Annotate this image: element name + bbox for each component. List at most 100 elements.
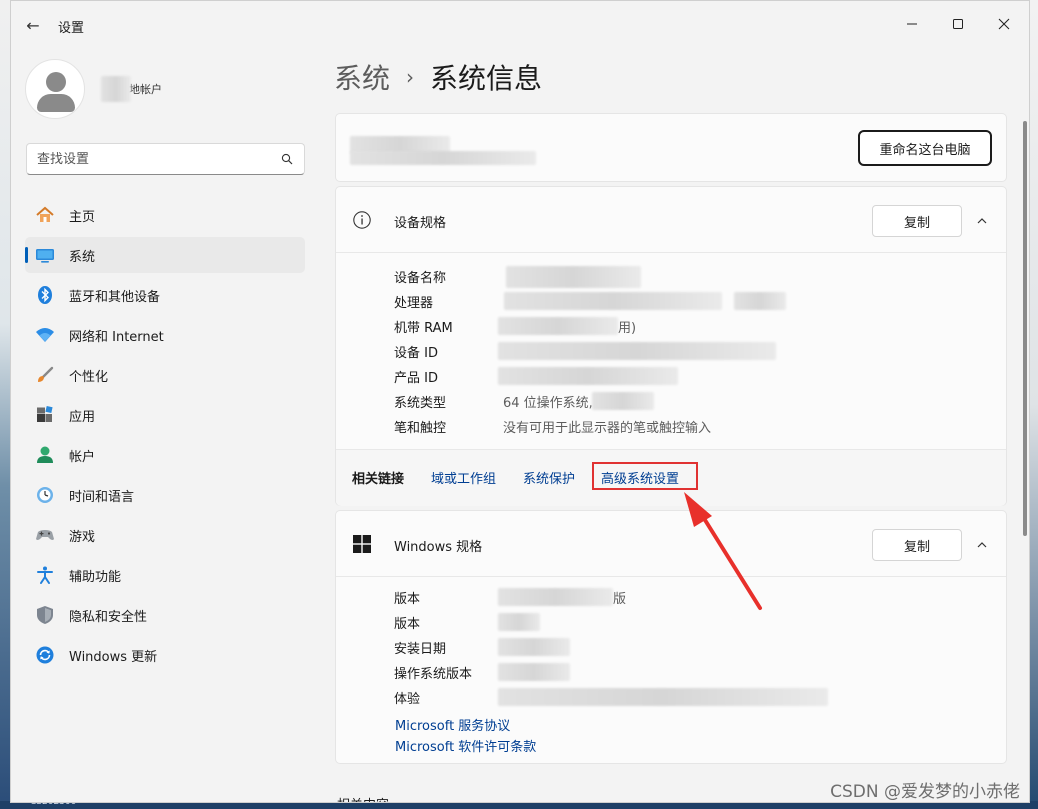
pc-name-card: 重命名这台电脑 <box>335 113 1007 182</box>
breadcrumb-separator: › <box>406 65 415 89</box>
spec-row-install-date: 安装日期 <box>394 635 994 660</box>
copy-windows-spec-button[interactable]: 复制 <box>872 529 962 561</box>
device-spec-title: 设备规格 <box>394 216 447 231</box>
chevron-up-icon[interactable] <box>972 535 992 555</box>
windows-spec-rows: 版本 版 版本 安装日期 操作系统版本 体验 <box>394 585 994 710</box>
link-microsoft-services-agreement[interactable]: Microsoft 服务协议 <box>395 715 536 736</box>
spec-value: 版 <box>613 592 627 607</box>
watermark: CSDN @爱发梦的小赤佬 <box>830 782 1020 802</box>
user-profile[interactable]: 地帐户 <box>25 59 305 119</box>
desktop-background-right <box>1030 0 1038 809</box>
sidebar-item-accounts[interactable]: 帐户 <box>25 437 305 473</box>
sidebar-item-label: 游戏 <box>69 529 96 545</box>
gamepad-icon <box>35 525 55 545</box>
related-content-heading: 相关内容 <box>337 794 389 802</box>
info-icon <box>352 210 372 230</box>
sidebar-item-label: 系统 <box>69 249 96 265</box>
wifi-icon <box>35 325 55 345</box>
sidebar-item-system[interactable]: 系统 <box>25 237 305 273</box>
redacted-value <box>734 292 786 310</box>
sidebar-item-bluetooth[interactable]: 蓝牙和其他设备 <box>25 277 305 313</box>
redacted-value <box>498 317 618 335</box>
spec-row-device-id: 设备 ID <box>394 339 994 364</box>
breadcrumb: 系统 › 系统信息 <box>334 57 542 97</box>
sidebar-item-label: 应用 <box>69 409 96 425</box>
redacted-value <box>504 292 722 310</box>
sidebar-item-time-language[interactable]: 时间和语言 <box>25 477 305 513</box>
spec-row-device-name: 设备名称 <box>394 264 994 289</box>
spec-label: 处理器 <box>394 296 434 311</box>
sidebar-item-label: 个性化 <box>69 369 109 385</box>
sidebar-item-windows-update[interactable]: Windows 更新 <box>25 637 305 673</box>
sidebar-item-accessibility[interactable]: 辅助功能 <box>25 557 305 593</box>
sidebar-item-label: 帐户 <box>69 449 96 465</box>
minimize-icon <box>907 23 917 25</box>
sidebar-item-gaming[interactable]: 游戏 <box>25 517 305 553</box>
device-spec-rows: 设备名称 处理器 机带 RAM 用) 设备 ID 产品 ID 系统类型 64 位… <box>394 264 994 439</box>
redacted-value <box>498 588 613 606</box>
arrow-left-icon: ← <box>26 15 40 35</box>
profile-name: 地帐户 <box>101 76 162 102</box>
link-advanced-system-settings[interactable]: 高级系统设置 <box>601 468 679 487</box>
related-links: 相关链接 域或工作组 系统保护 高级系统设置 <box>336 449 1006 506</box>
redacted-value <box>498 638 570 656</box>
maximize-icon <box>953 19 963 29</box>
sidebar-item-label: 蓝牙和其他设备 <box>69 289 161 305</box>
spec-value: 没有可用于此显示器的笔或触控输入 <box>503 421 712 436</box>
spec-row-product-id: 产品 ID <box>394 364 994 389</box>
link-domain-workgroup[interactable]: 域或工作组 <box>431 468 496 487</box>
sidebar-item-apps[interactable]: 应用 <box>25 397 305 433</box>
avatar-head <box>46 72 66 92</box>
update-icon <box>35 645 55 665</box>
device-spec-header[interactable]: 设备规格 复制 <box>336 187 1006 253</box>
sidebar-item-label: 时间和语言 <box>69 489 135 505</box>
breadcrumb-parent[interactable]: 系统 <box>334 57 390 97</box>
accessibility-icon <box>35 565 55 585</box>
redacted-value <box>498 367 678 385</box>
account-icon <box>35 445 55 465</box>
search-input[interactable] <box>37 151 280 167</box>
copy-device-spec-button[interactable]: 复制 <box>872 205 962 237</box>
avatar <box>25 59 85 119</box>
sidebar-item-personalization[interactable]: 个性化 <box>25 357 305 393</box>
sidebar-item-label: 隐私和安全性 <box>69 609 148 625</box>
windows-spec-header[interactable]: Windows 规格 复制 <box>336 511 1006 577</box>
windows-spec-card: Windows 规格 复制 版本 版 版本 安装日期 操作系统版本 体验 Mic… <box>335 510 1007 764</box>
desktop-background-left <box>0 0 10 809</box>
close-button[interactable] <box>981 9 1027 39</box>
system-icon <box>35 245 55 265</box>
profile-name-redacted <box>101 76 131 102</box>
redacted-value <box>498 342 776 360</box>
app-title: 设置 <box>58 21 85 36</box>
chevron-up-icon[interactable] <box>972 211 992 231</box>
scrollbar[interactable] <box>1023 121 1027 536</box>
back-button[interactable]: ← <box>23 15 43 35</box>
minimize-button[interactable] <box>889 9 935 39</box>
avatar-body <box>37 94 75 112</box>
sidebar-nav: 主页 系统 蓝牙和其他设备 网络和 Internet 个性化 应用 帐户 时间和… <box>25 197 305 677</box>
device-spec-card: 设备规格 复制 设备名称 处理器 机带 RAM 用) 设备 ID 产品 ID 系… <box>335 186 1007 506</box>
pc-model-redacted <box>350 151 536 165</box>
spec-row-edition: 版本 版 <box>394 585 994 610</box>
sidebar-item-home[interactable]: 主页 <box>25 197 305 233</box>
spec-label: 安装日期 <box>394 642 447 657</box>
spec-label: 产品 ID <box>394 371 438 386</box>
home-icon <box>35 205 55 225</box>
link-system-protection[interactable]: 系统保护 <box>523 468 575 487</box>
spec-row-processor: 处理器 <box>394 289 994 314</box>
maximize-button[interactable] <box>935 9 981 39</box>
redacted-value <box>592 392 654 410</box>
spec-label: 系统类型 <box>394 396 447 411</box>
spec-row-system-type: 系统类型 64 位操作系统, 的处理器 <box>394 389 994 414</box>
link-microsoft-license-terms[interactable]: Microsoft 软件许可条款 <box>395 736 536 757</box>
spec-label: 版本 <box>394 592 421 607</box>
spec-label: 设备 ID <box>394 346 438 361</box>
sidebar-item-label: 主页 <box>69 209 96 225</box>
settings-window: ← 设置 地帐户 查找设置 主页 系统 蓝牙和其他设备 网络和 Internet… <box>10 0 1030 803</box>
search-icon[interactable] <box>280 152 294 166</box>
sidebar-item-privacy[interactable]: 隐私和安全性 <box>25 597 305 633</box>
brush-icon <box>35 365 55 385</box>
apps-icon <box>35 405 55 425</box>
rename-pc-button[interactable]: 重命名这台电脑 <box>858 130 992 166</box>
sidebar-item-network[interactable]: 网络和 Internet <box>25 317 305 353</box>
